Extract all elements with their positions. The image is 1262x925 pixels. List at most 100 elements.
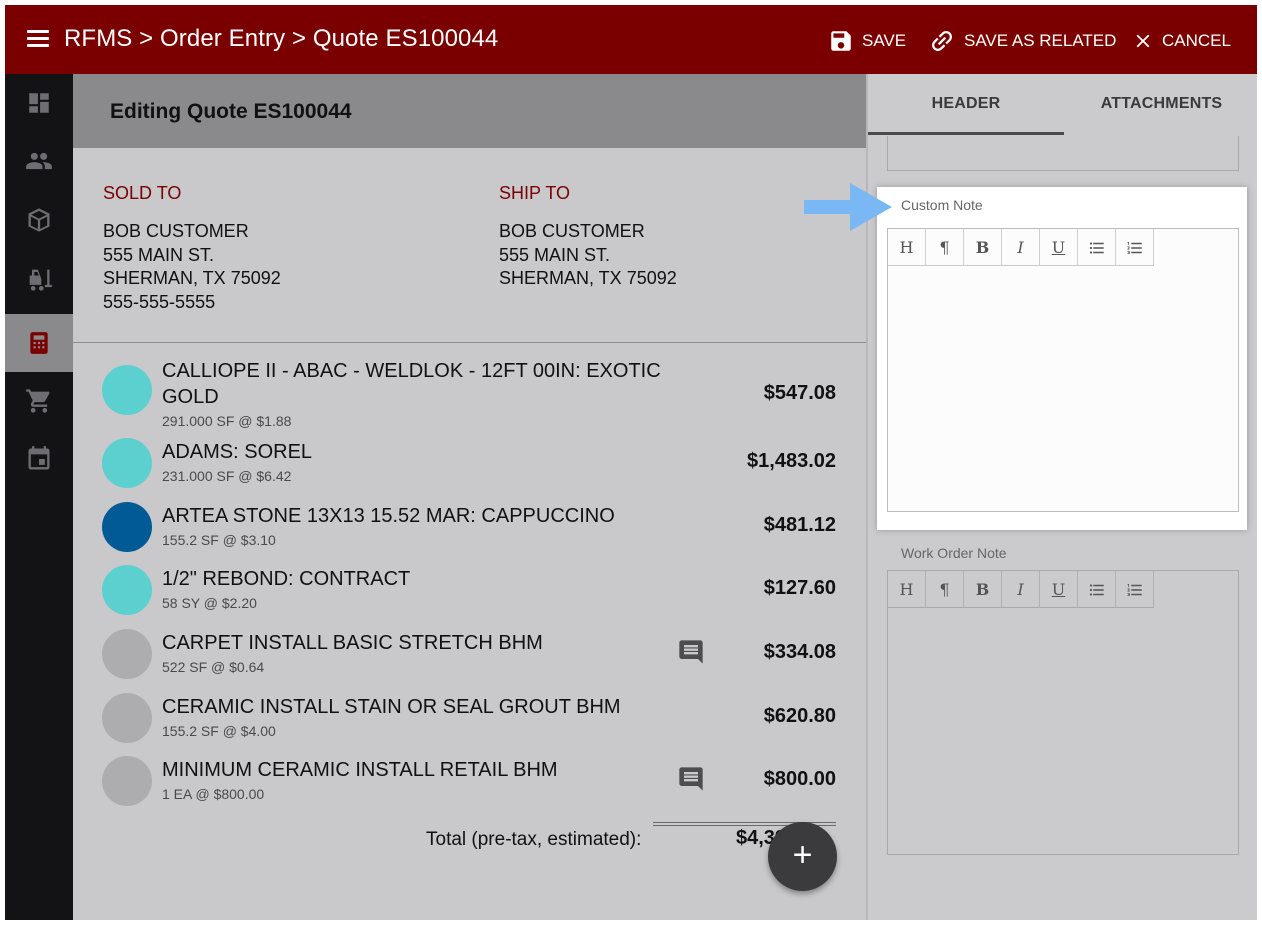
color-swatch — [102, 438, 152, 488]
sidebar-item-quotes[interactable] — [5, 314, 73, 372]
custom-note-card: Custom Note H ¶ B I U — [877, 187, 1247, 530]
item-price: $481.12 — [763, 514, 836, 536]
app-window: RFMS > Order Entry > Quote ES100044 SAVE… — [5, 5, 1257, 920]
save-button[interactable]: SAVE — [828, 27, 906, 55]
dashboard-icon — [29, 93, 49, 113]
bold-button[interactable]: B — [964, 571, 1002, 608]
ship-to-name: BOB CUSTOMER — [499, 221, 645, 241]
total-label: Total (pre-tax, estimated): — [426, 829, 642, 850]
menu-icon[interactable] — [27, 30, 49, 48]
breadcrumb: RFMS > Order Entry > Quote ES100044 — [64, 25, 499, 52]
color-swatch — [102, 502, 152, 552]
divider — [73, 342, 866, 343]
people-icon — [26, 152, 52, 170]
line-item[interactable]: CALLIOPE II - ABAC - WELDLOK - 12FT 00IN… — [73, 354, 866, 429]
add-line-item-button[interactable]: + — [768, 822, 837, 891]
bold-button[interactable]: B — [964, 229, 1002, 266]
work-order-note-editor[interactable]: H ¶ B I U — [887, 570, 1239, 855]
color-swatch — [102, 756, 152, 806]
bulleted-list-button[interactable] — [1078, 571, 1116, 608]
tab-attachments[interactable]: ATTACHMENTS — [1064, 74, 1257, 134]
sold-to-city: SHERMAN, TX 75092 — [103, 268, 281, 288]
line-item[interactable]: CARPET INSTALL BASIC STRETCH BHM 522 SF … — [73, 624, 866, 684]
paragraph-button[interactable]: ¶ — [926, 229, 964, 266]
italic-button[interactable]: I — [1002, 571, 1040, 608]
line-item[interactable]: CERAMIC INSTALL STAIN OR SEAL GROUT BHM … — [73, 688, 866, 748]
package-icon — [28, 208, 50, 232]
item-detail: 155.2 SF @ $4.00 — [162, 723, 276, 739]
editor-toolbar: H ¶ B I U — [888, 229, 1154, 266]
item-detail: 522 SF @ $0.64 — [162, 659, 265, 675]
item-name: ARTEA STONE 13X13 15.52 MAR: CAPPUCCINO — [162, 505, 615, 527]
sidebar-item-dashboard[interactable] — [5, 74, 73, 132]
item-detail: 155.2 SF @ $3.10 — [162, 532, 276, 548]
italic-button[interactable]: I — [1002, 229, 1040, 266]
sold-to-address[interactable]: BOB CUSTOMER 555 MAIN ST. SHERMAN, TX 75… — [103, 220, 281, 314]
comment-icon[interactable] — [677, 765, 705, 798]
sidebar-item-orders[interactable] — [5, 372, 73, 430]
item-detail: 291.000 SF @ $1.88 — [162, 413, 292, 429]
calendar-icon — [28, 446, 50, 470]
main-content: Editing Quote ES100044 SOLD TO BOB CUSTO… — [73, 74, 866, 920]
sold-to-name: BOB CUSTOMER — [103, 221, 249, 241]
item-price: $620.80 — [763, 705, 836, 727]
heading-button[interactable]: H — [888, 229, 926, 266]
cart-icon — [26, 389, 50, 413]
custom-note-label: Custom Note — [901, 197, 983, 213]
top-app-bar: RFMS > Order Entry > Quote ES100044 SAVE… — [5, 5, 1257, 74]
line-item[interactable]: ARTEA STONE 13X13 15.52 MAR: CAPPUCCINO … — [73, 497, 866, 557]
save-as-related-button[interactable]: SAVE AS RELATED — [928, 27, 1116, 55]
item-detail: 231.000 SF @ $6.42 — [162, 468, 292, 484]
line-item[interactable]: 1/2" REBOND: CONTRACT 58 SY @ $2.20 $127… — [73, 560, 866, 620]
editor-toolbar: H ¶ B I U — [888, 571, 1154, 608]
numbered-list-icon — [1127, 583, 1142, 596]
color-swatch — [102, 629, 152, 679]
numbered-list-button[interactable] — [1116, 229, 1154, 266]
heading-button[interactable]: H — [888, 571, 926, 608]
item-name: CALLIOPE II - ABAC - WELDLOK - 12FT 00IN… — [162, 360, 661, 408]
ship-to-address[interactable]: BOB CUSTOMER 555 MAIN ST. SHERMAN, TX 75… — [499, 220, 677, 291]
sidebar-item-products[interactable] — [5, 191, 73, 249]
underline-button[interactable]: U — [1040, 229, 1078, 266]
color-swatch — [102, 693, 152, 743]
previous-note-field[interactable] — [887, 136, 1239, 171]
line-item[interactable]: MINIMUM CERAMIC INSTALL RETAIL BHM 1 EA … — [73, 751, 866, 811]
underline-button[interactable]: U — [1040, 571, 1078, 608]
sidebar-item-warehouse[interactable] — [5, 250, 73, 308]
item-price: $547.08 — [763, 382, 836, 404]
numbered-list-icon — [1127, 241, 1142, 254]
item-price: $127.60 — [763, 577, 836, 599]
item-name: MINIMUM CERAMIC INSTALL RETAIL BHM — [162, 759, 558, 781]
save-as-related-label: SAVE AS RELATED — [964, 31, 1117, 50]
page-title: Editing Quote ES100044 — [110, 100, 352, 123]
bulleted-list-button[interactable] — [1078, 229, 1116, 266]
sidebar-item-customers[interactable] — [5, 132, 73, 190]
ship-to-label: SHIP TO — [499, 183, 571, 203]
numbered-list-button[interactable] — [1116, 571, 1154, 608]
color-swatch — [102, 365, 152, 415]
sold-to-label: SOLD TO — [103, 183, 182, 203]
link-icon — [932, 31, 952, 51]
cancel-label: CANCEL — [1162, 31, 1231, 50]
floppy-disk-icon — [831, 31, 851, 51]
sidebar — [5, 74, 73, 920]
sidebar-item-schedule[interactable] — [5, 430, 73, 488]
item-detail: 58 SY @ $2.20 — [162, 595, 257, 611]
highlight-arrow-icon — [804, 183, 892, 231]
paragraph-button[interactable]: ¶ — [926, 571, 964, 608]
details-panel: HEADER ATTACHMENTS Custom Note H ¶ B I U — [866, 74, 1257, 920]
save-label: SAVE — [862, 31, 907, 50]
ship-to-street: 555 MAIN ST. — [499, 244, 611, 265]
comment-icon[interactable] — [677, 638, 705, 671]
cancel-button[interactable]: CANCEL — [1132, 27, 1231, 55]
sold-to-street: 555 MAIN ST. — [103, 244, 215, 265]
color-swatch — [102, 565, 152, 615]
ship-to-city: SHERMAN, TX 75092 — [499, 268, 677, 288]
custom-note-editor[interactable]: H ¶ B I U — [887, 228, 1239, 512]
line-item[interactable]: ADAMS: SOREL 231.000 SF @ $6.42 $1,483.0… — [73, 433, 866, 493]
work-order-note-label: Work Order Note — [901, 545, 1007, 561]
item-price: $800.00 — [763, 768, 836, 790]
sold-to-phone: 555-555-5555 — [103, 291, 216, 312]
item-detail: 1 EA @ $800.00 — [162, 786, 265, 802]
tab-header[interactable]: HEADER — [868, 74, 1064, 134]
